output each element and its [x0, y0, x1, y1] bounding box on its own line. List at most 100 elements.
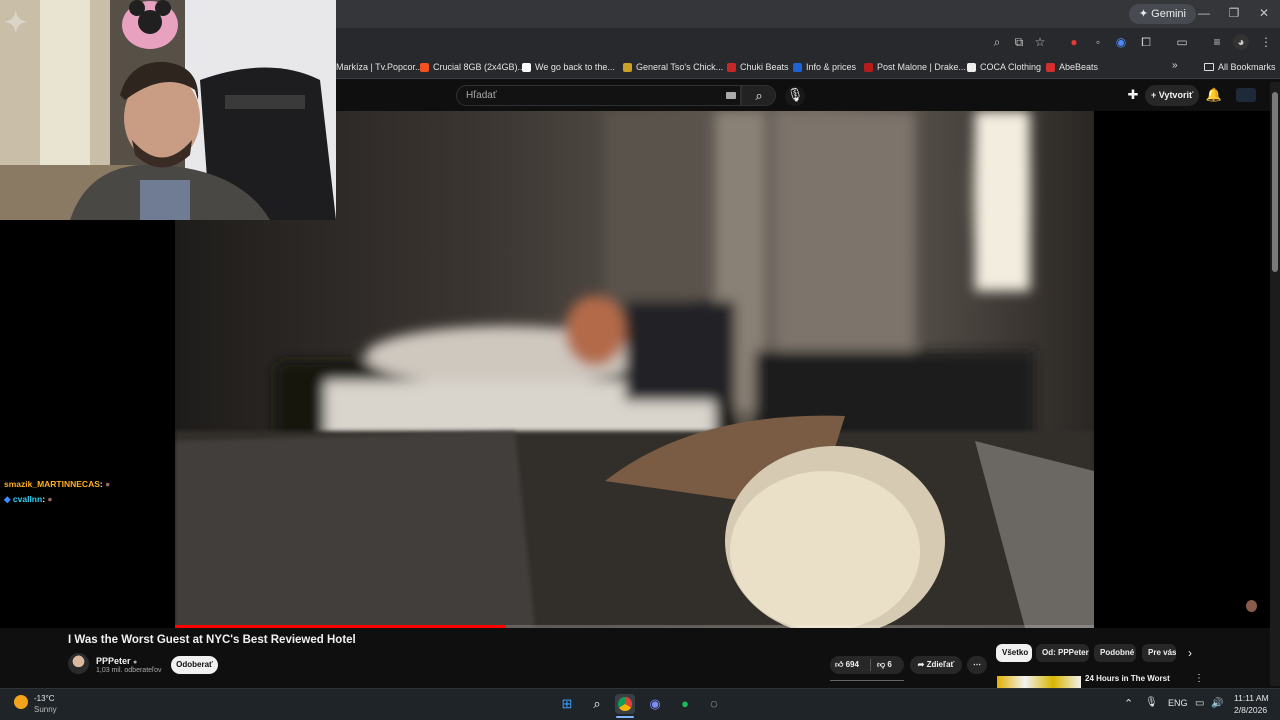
chat-badge-icon: ◆ — [4, 494, 13, 504]
bookmark-label: AbeBeats — [1059, 62, 1099, 72]
extension-blue-icon[interactable]: ◉ — [1113, 34, 1129, 50]
create-button[interactable]: + Vytvoriť — [1145, 85, 1199, 106]
menu-dots-icon[interactable]: ⋮ — [1258, 34, 1274, 50]
all-bookmarks-label: All Bookmarks — [1218, 62, 1276, 72]
favicon-icon — [793, 62, 802, 72]
scrollbar-thumb[interactable] — [1272, 92, 1278, 272]
all-bookmarks[interactable]: All Bookmarks — [1204, 60, 1276, 74]
extension-gray-icon[interactable]: ◦ — [1090, 34, 1106, 50]
chat-message: ◆ cvallnn: ● — [4, 494, 53, 505]
weather-desc[interactable]: Sunny — [34, 705, 57, 714]
bookmark-item[interactable]: Crucial 8GB (2x4GB)... — [420, 60, 525, 74]
bookmark-label: We go back to the... — [535, 62, 615, 72]
chat-message: smazik_MARTINNECAS: ● — [4, 479, 110, 489]
bookmark-item[interactable]: We go back to the... — [522, 60, 615, 74]
channel-name[interactable]: PPPeter ● — [96, 656, 137, 666]
weather-temp[interactable]: -13°C — [34, 694, 55, 703]
mic-icon[interactable]: 🎙 — [1145, 697, 1158, 708]
close-icon[interactable]: ✕ — [1256, 5, 1272, 21]
bookmark-star-icon[interactable]: ☆ — [1032, 34, 1048, 50]
like-count: 694 — [845, 660, 859, 669]
filter-chip[interactable]: Pre vás — [1142, 644, 1176, 662]
sparkle-icon: ✦ — [1138, 8, 1152, 20]
discord-icon[interactable]: ◉ — [645, 694, 665, 714]
bookmark-label: Markíza | Tv.Popcor... — [336, 62, 423, 72]
clock-time[interactable]: 11:11 AM — [1234, 693, 1269, 703]
recommended-menu-icon[interactable]: ⋮ — [1194, 673, 1204, 684]
favicon-icon — [727, 62, 736, 72]
search-placeholder: Hľadať — [466, 90, 497, 101]
search-input[interactable]: Hľadať — [456, 85, 741, 106]
network-icon[interactable]: ▭ — [1195, 698, 1204, 709]
channel-avatar[interactable] — [68, 653, 89, 674]
profile-avatar[interactable]: ◕ — [1233, 34, 1249, 50]
tab-search-icon[interactable]: ≡ — [1209, 34, 1225, 50]
thumbs-up-icon: 👍︎ — [835, 660, 846, 669]
recommended-title[interactable]: 24 Hours in The Worst — [1085, 674, 1170, 683]
dislike-count: 6 — [887, 660, 892, 669]
filter-chip[interactable]: Od: PPPeter — [1036, 644, 1089, 662]
video-title: I Was the Worst Guest at NYC's Best Revi… — [68, 634, 356, 646]
bookmark-item[interactable]: Markíza | Tv.Popcor... — [336, 60, 423, 74]
recommended-thumbnail[interactable] — [997, 676, 1081, 688]
show-desktop-button[interactable] — [1268, 694, 1276, 708]
tray-chevron-icon[interactable]: ⌃ — [1124, 697, 1133, 710]
verified-icon: ● — [133, 659, 138, 666]
gemini-button[interactable]: ✦ Gemini — [1128, 4, 1196, 24]
chips-next-icon[interactable]: › — [1188, 646, 1192, 660]
spotify-icon[interactable]: ● — [675, 694, 695, 714]
filter-chip[interactable]: Podobné — [1094, 644, 1136, 662]
bookmark-item[interactable]: Post Malone | Drake... — [864, 60, 966, 74]
chrome-icon[interactable] — [615, 694, 635, 714]
account-avatar[interactable] — [1236, 88, 1256, 102]
favicon-icon — [967, 62, 976, 72]
bookmark-item[interactable]: General Tso's Chick... — [623, 60, 723, 74]
filter-chip[interactable]: Všetko — [996, 644, 1032, 662]
bookmark-item[interactable]: Info & prices — [793, 60, 856, 74]
share-label: Zdieľať — [926, 660, 955, 669]
keyboard-icon[interactable] — [726, 92, 736, 99]
stream-chat — [0, 220, 175, 628]
like-button[interactable]: 👍︎ 694 — [835, 660, 859, 670]
taskbar-search-icon[interactable]: ⌕ — [587, 694, 607, 714]
bookmark-label: Info & prices — [806, 62, 857, 72]
bookmark-label: General Tso's Chick... — [636, 62, 724, 72]
bookmark-label: Post Malone | Drake... — [877, 62, 966, 72]
notifications-bell-icon[interactable]: 🔔 — [1205, 86, 1223, 104]
bookmark-item[interactable]: COCA Clothing — [967, 60, 1041, 74]
like-ratio-bar — [830, 680, 904, 681]
favicon-icon — [623, 62, 632, 72]
weather-sun-icon[interactable] — [14, 695, 28, 709]
favicon-icon — [864, 62, 873, 72]
dislike-button[interactable]: 👎︎ 6 — [877, 660, 892, 670]
bookmark-label: Chuki Beats — [740, 62, 789, 72]
search-button[interactable]: ⌕ — [741, 85, 776, 106]
bookmark-label: COCA Clothing — [980, 62, 1042, 72]
minimize-icon[interactable]: — — [1196, 5, 1212, 21]
bookmark-item[interactable]: AbeBeats — [1046, 60, 1098, 74]
volume-icon[interactable]: 🔊 — [1211, 698, 1223, 709]
favicon-icon — [420, 62, 429, 72]
cast-icon[interactable]: ▭ — [1174, 34, 1190, 50]
voice-search-icon[interactable]: 🎙 — [785, 86, 805, 106]
more-actions-button[interactable]: ⋯ — [967, 656, 987, 674]
app-icon[interactable]: ◌ — [704, 694, 724, 714]
extension-red-icon[interactable]: ● — [1066, 34, 1082, 50]
install-app-icon[interactable]: ⧉ — [1011, 34, 1027, 50]
start-windows-icon[interactable]: ⊞ — [557, 694, 577, 714]
zoom-icon[interactable]: ⌕ — [989, 34, 1005, 50]
maximize-icon[interactable]: ❐ — [1226, 5, 1242, 21]
language-indicator[interactable]: ENG — [1168, 698, 1188, 708]
extensions-puzzle-icon[interactable]: ⧠ — [1138, 34, 1154, 50]
subscribe-button[interactable]: Odoberať — [171, 656, 218, 674]
share-icon: ➦ — [917, 660, 927, 669]
plus-icon: + — [1151, 90, 1159, 100]
chat-emote-icon: ● — [45, 494, 53, 504]
bookmark-item[interactable]: Chuki Beats — [727, 60, 789, 74]
bookmarks-overflow-icon[interactable]: » — [1172, 60, 1178, 71]
chat-username: cvallnn — [12, 494, 43, 504]
clock-date[interactable]: 2/8/2026 — [1234, 705, 1267, 715]
gamepad-icon[interactable]: ✚ — [1124, 86, 1142, 104]
favicon-icon — [522, 62, 531, 72]
share-button[interactable]: ➦ Zdieľať — [910, 656, 962, 674]
